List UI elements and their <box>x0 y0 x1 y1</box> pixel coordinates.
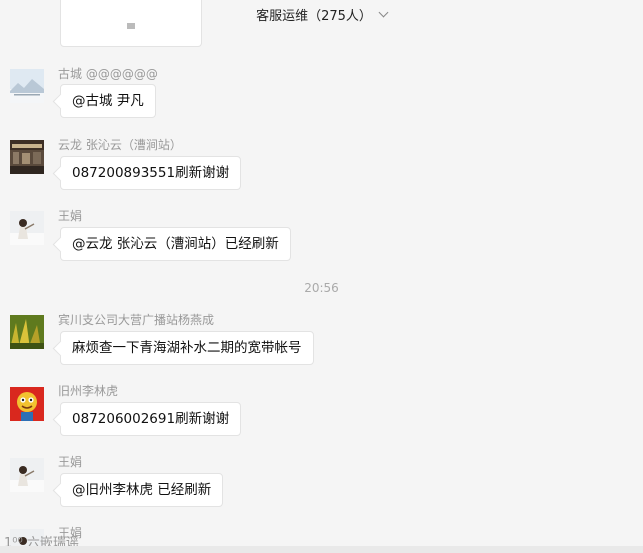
message-bubble[interactable]: @古城 尹凡 <box>60 84 156 118</box>
sender-name: 宾川支公司大营广播站杨燕成 <box>58 313 215 327</box>
message-bubble[interactable]: @云龙 张沁云（漕涧站）已经刷新 <box>60 227 291 261</box>
avatar[interactable] <box>10 211 44 245</box>
avatar[interactable] <box>10 140 44 174</box>
chevron-down-icon[interactable] <box>378 7 389 17</box>
sender-name: 王娟 <box>58 209 83 223</box>
street-avatar-icon <box>10 140 44 174</box>
message-bubble[interactable]: @旧州李林虎 已经刷新 <box>60 473 224 507</box>
message-bubble[interactable]: 087206002691刷新谢谢 <box>60 402 242 436</box>
message-bubble[interactable]: 麻烦查一下青海湖补水二期的宽带帐号 <box>60 331 314 365</box>
group-title: 客服运维（275人） <box>256 8 372 24</box>
chat-header: 客服运维（275人） <box>0 0 643 28</box>
cartoon-avatar-icon <box>10 387 44 421</box>
message-timestamp: 20:56 <box>304 281 339 295</box>
avatar[interactable] <box>10 387 44 421</box>
snow-person-avatar-icon <box>10 458 44 492</box>
message-bubble[interactable]: 087200893551刷新谢谢 <box>60 156 242 190</box>
avatar[interactable] <box>10 69 44 103</box>
input-area-edge <box>0 546 643 553</box>
avatar[interactable] <box>10 458 44 492</box>
chat-area: 古城 @@@@@@ @古城 尹凡 云龙 张沁云（漕涧站） 08720089355… <box>0 0 643 553</box>
sender-name: 王娟 <box>58 455 83 469</box>
sender-name: 云龙 张沁云（漕涧站） <box>58 138 182 152</box>
avatar[interactable] <box>10 315 44 349</box>
plant-avatar-icon <box>10 315 44 349</box>
sender-name: 古城 @@@@@@ <box>58 67 158 81</box>
snow-person-avatar-icon <box>10 211 44 245</box>
landscape-avatar-icon <box>10 69 44 103</box>
group-title-button[interactable]: 客服运维（275人） <box>256 5 389 24</box>
sender-name: 旧州李林虎 <box>58 384 119 398</box>
